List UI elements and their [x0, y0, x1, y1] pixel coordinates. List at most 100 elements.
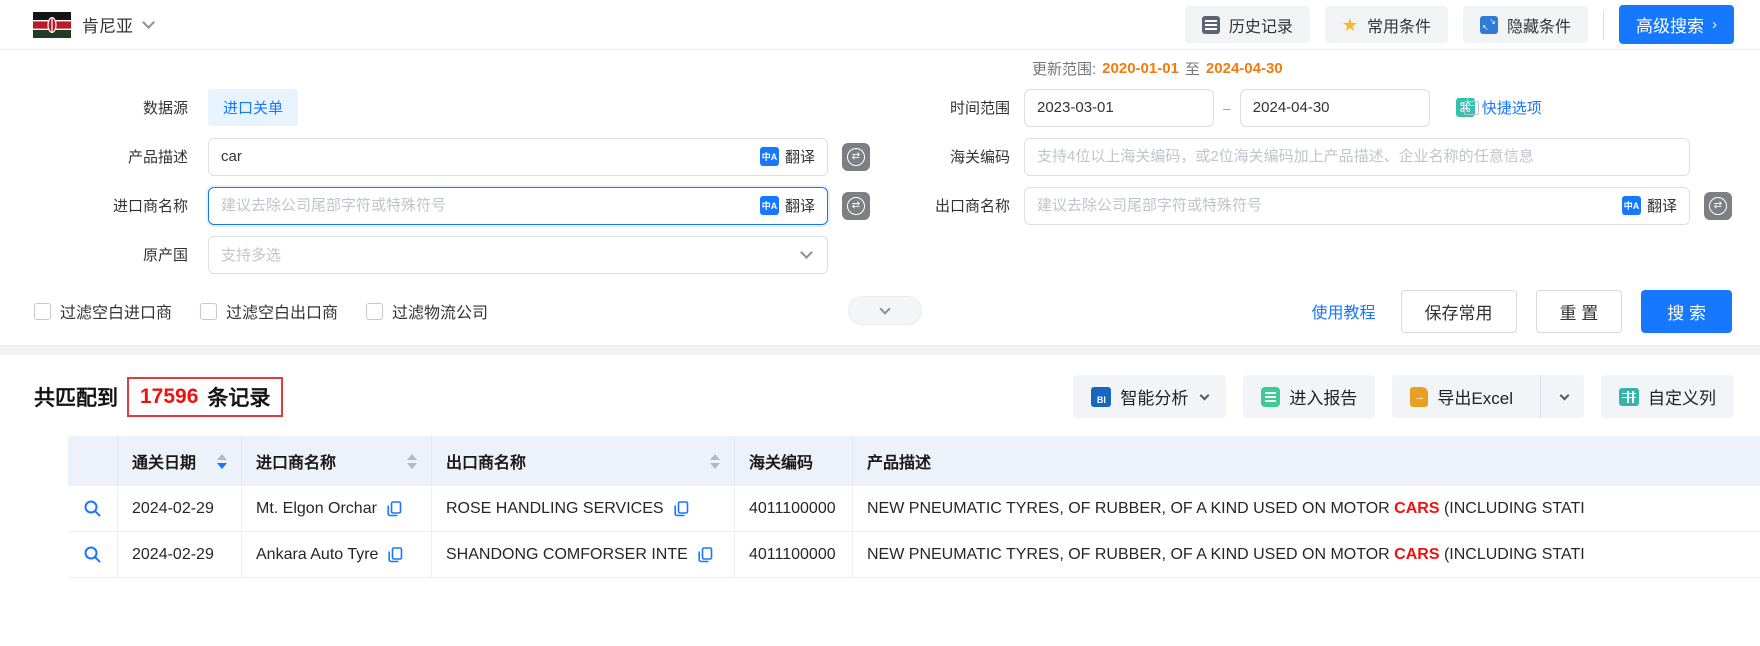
- filter-blank-importer-checkbox[interactable]: 过滤空白进口商: [34, 299, 172, 323]
- exporter-name[interactable]: SHANDONG COMFORSER INTE: [446, 546, 688, 564]
- enter-report-button[interactable]: 进入报告: [1243, 375, 1375, 418]
- importer-match-mode-button[interactable]: ⇄: [842, 192, 870, 220]
- row-detail-button[interactable]: [68, 486, 118, 532]
- header-hs-code: 海关编码: [735, 436, 853, 486]
- bi-analysis-icon: BI: [1091, 387, 1111, 407]
- column-label: 海关编码: [749, 449, 813, 473]
- product-desc-match-mode-button[interactable]: ⇄: [842, 143, 870, 171]
- update-range-start: 2020-01-01: [1102, 60, 1179, 77]
- translate-icon: 中A: [1622, 196, 1641, 215]
- exporter-translate-button[interactable]: 中A 翻译: [1622, 195, 1689, 216]
- cell-importer: Mt. Elgon Orchar: [242, 486, 432, 532]
- results-section: 共匹配到 17596 条记录 BI 智能分析 进入报告 → 导出Excel: [0, 355, 1760, 578]
- export-excel-button[interactable]: → 导出Excel: [1392, 375, 1531, 418]
- translate-label: 翻译: [1647, 195, 1677, 216]
- form-actions: 使用教程 保存常用 重 置 搜 索: [1312, 290, 1760, 333]
- cell-exporter: SHANDONG COMFORSER INTE: [432, 532, 735, 578]
- custom-columns-label: 自定义列: [1648, 384, 1716, 409]
- favorites-button[interactable]: ★ 常用条件: [1325, 6, 1448, 43]
- custom-columns-button[interactable]: 自定义列: [1601, 375, 1734, 418]
- column-label: 进口商名称: [256, 449, 336, 473]
- product-desc-translate-button[interactable]: 中A 翻译: [760, 146, 827, 167]
- header-exporter[interactable]: 出口商名称: [432, 436, 735, 486]
- excel-file-icon: →: [1410, 387, 1428, 407]
- search-button[interactable]: 搜 索: [1641, 290, 1732, 333]
- match-prefix: 共匹配到: [34, 382, 118, 412]
- divider: [1603, 10, 1604, 40]
- section-divider: [0, 345, 1760, 355]
- exporter-inputbox: 中A 翻译: [1024, 187, 1690, 225]
- table-row: 2024-02-29 Ankara Auto Tyre SHANDONG COM…: [68, 532, 1760, 578]
- swap-icon: ⇄: [1709, 197, 1727, 215]
- cell-product-desc: NEW PNEUMATIC TYRES, OF RUBBER, OF A KIN…: [853, 532, 1760, 578]
- reset-button[interactable]: 重 置: [1536, 290, 1623, 333]
- history-label: 历史记录: [1229, 13, 1293, 37]
- importer-name[interactable]: Mt. Elgon Orchar: [256, 500, 377, 518]
- advanced-search-button[interactable]: 高级搜索 ›: [1619, 5, 1734, 44]
- table-header-row: 通关日期 进口商名称 出口商名称 海关编码 产品描述: [68, 436, 1760, 486]
- header-product-desc: 产品描述: [853, 436, 1760, 486]
- tutorial-link[interactable]: 使用教程: [1312, 299, 1376, 323]
- filter-logistics-checkbox[interactable]: 过滤物流公司: [366, 299, 488, 323]
- copy-icon[interactable]: [674, 501, 689, 517]
- swap-icon: ⇄: [847, 197, 865, 215]
- hs-code-input[interactable]: [1025, 139, 1689, 175]
- export-options-button[interactable]: [1540, 375, 1584, 418]
- collapse-form-button[interactable]: [848, 296, 922, 325]
- topbar-actions: 历史记录 ★ 常用条件 ↘ ↖ 隐藏条件 高级搜索 ›: [1185, 5, 1734, 44]
- hide-conditions-button[interactable]: ↘ ↖ 隐藏条件: [1463, 6, 1588, 43]
- column-label: 产品描述: [867, 449, 931, 473]
- collapse-arrow: ↖: [1482, 24, 1489, 32]
- export-excel-label: 导出Excel: [1437, 384, 1513, 409]
- chevron-down-icon: [142, 16, 155, 29]
- date-start-input[interactable]: [1025, 90, 1248, 126]
- results-table: 通关日期 进口商名称 出口商名称 海关编码 产品描述: [68, 436, 1760, 578]
- exporter-input[interactable]: [1025, 188, 1622, 224]
- time-range-label: 时间范围: [900, 97, 1024, 118]
- origin-country-select[interactable]: 支持多选: [208, 236, 828, 274]
- date-end-input[interactable]: [1241, 90, 1464, 126]
- product-desc-input[interactable]: [209, 139, 760, 175]
- sort-icons[interactable]: [702, 454, 720, 469]
- header-importer[interactable]: 进口商名称: [242, 436, 432, 486]
- save-common-button[interactable]: 保存常用: [1401, 290, 1517, 333]
- exporter-match-mode-button[interactable]: ⇄: [1704, 192, 1732, 220]
- exporter-name[interactable]: ROSE HANDLING SERVICES: [446, 500, 664, 518]
- hs-code-inputbox: [1024, 138, 1690, 176]
- origin-country-label: 原产国: [0, 244, 208, 265]
- topbar: 肯尼亚 历史记录 ★ 常用条件 ↘ ↖ 隐藏条件 高级搜索 ›: [0, 0, 1760, 50]
- copy-icon[interactable]: [388, 547, 403, 563]
- calendar-icon: [1464, 101, 1479, 115]
- collapse-arrow: ↘: [1489, 18, 1496, 26]
- importer-inputbox: 中A 翻译: [208, 187, 828, 225]
- form-right-column: 时间范围 – ⌘ 快捷选项 海关编码: [900, 83, 1760, 279]
- smart-analysis-button[interactable]: BI 智能分析: [1073, 375, 1226, 418]
- importer-input[interactable]: [209, 188, 760, 224]
- product-desc-text: NEW PNEUMATIC TYRES, OF RUBBER, OF A KIN…: [867, 546, 1585, 564]
- match-count-box: 17596 条记录: [127, 377, 283, 417]
- advanced-search-label: 高级搜索: [1636, 12, 1704, 37]
- filter-blank-exporter-checkbox[interactable]: 过滤空白出口商: [200, 299, 338, 323]
- chevron-down-icon: [1560, 391, 1570, 401]
- header-date[interactable]: 通关日期: [118, 436, 242, 486]
- importer-label: 进口商名称: [0, 195, 208, 216]
- translate-label: 翻译: [785, 146, 815, 167]
- product-desc-label: 产品描述: [0, 146, 208, 167]
- copy-icon[interactable]: [387, 501, 402, 517]
- keyword-highlight: CARS: [1394, 500, 1439, 517]
- importer-translate-button[interactable]: 中A 翻译: [760, 195, 827, 216]
- chevron-down-icon: [1200, 391, 1210, 401]
- export-excel-button-group: → 导出Excel: [1392, 375, 1584, 418]
- data-source-tag[interactable]: 进口关单: [208, 89, 298, 126]
- translate-icon: 中A: [760, 196, 779, 215]
- importer-name[interactable]: Ankara Auto Tyre: [256, 546, 378, 564]
- sort-icons[interactable]: [399, 454, 417, 469]
- cell-exporter: ROSE HANDLING SERVICES: [432, 486, 735, 532]
- copy-icon[interactable]: [698, 547, 713, 563]
- swap-icon: ⇄: [847, 148, 865, 166]
- row-detail-button[interactable]: [68, 532, 118, 578]
- country-selector[interactable]: 肯尼亚: [33, 12, 153, 38]
- checkbox-icon: [366, 303, 383, 320]
- sort-icons[interactable]: [209, 454, 227, 469]
- history-button[interactable]: 历史记录: [1185, 6, 1310, 43]
